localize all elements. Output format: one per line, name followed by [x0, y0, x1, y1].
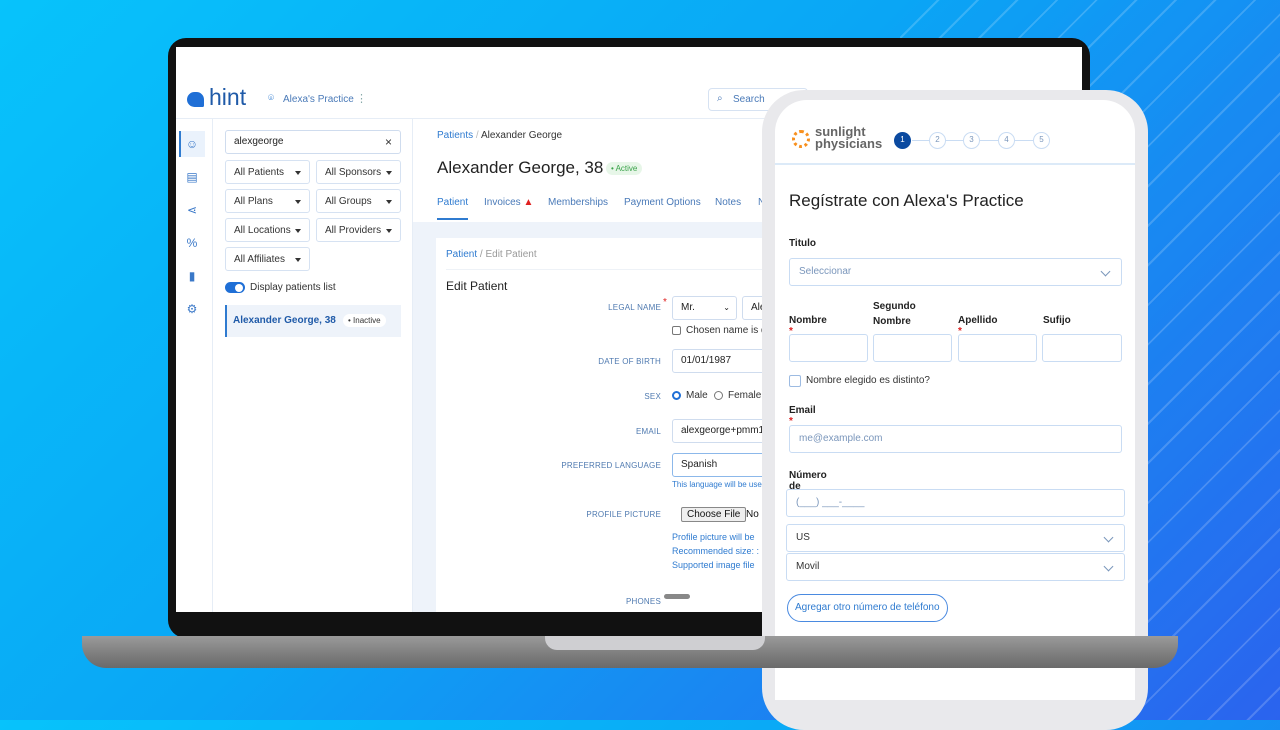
card-breadcrumb-current: / Edit Patient	[479, 249, 537, 260]
filter-locations[interactable]: All Locations	[225, 218, 310, 242]
card-breadcrumb-patient[interactable]: Patient	[446, 249, 477, 260]
percent-icon[interactable]: %	[184, 236, 200, 252]
patient-search-input[interactable]: alexgeorge ×	[225, 130, 401, 154]
picture-help: Supported image file	[672, 560, 755, 570]
filter-providers[interactable]: All Providers	[316, 218, 401, 242]
patient-list-item[interactable]: Alexander George, 38 • Inactive	[225, 305, 401, 337]
titulo-select[interactable]: Seleccionar	[789, 258, 1122, 286]
sunlight-logo-icon	[792, 130, 810, 148]
email-input[interactable]: me@example.com	[789, 425, 1122, 453]
step-2: 2	[929, 132, 946, 149]
language-help: This language will be use	[672, 480, 762, 489]
email-label: Email *	[789, 405, 816, 427]
search-label: Search	[733, 94, 765, 105]
sunlight-logo: sunlight physicians	[815, 124, 883, 151]
phones-label: PHONES	[626, 597, 661, 606]
tab-invoices[interactable]: Invoices ▲	[484, 197, 533, 208]
choose-file-button[interactable]: Choose File	[681, 507, 747, 522]
email-label: EMAIL	[635, 427, 661, 436]
language-label: PREFERRED LANGUAGE	[561, 461, 661, 470]
segundo-nombre-input[interactable]	[873, 334, 952, 362]
step-5: 5	[1033, 132, 1050, 149]
registration-title: Regístrate con Alexa's Practice	[789, 191, 1024, 210]
patients-icon[interactable]: ☺	[184, 137, 200, 153]
nombre-input[interactable]	[789, 334, 868, 362]
sufijo-input[interactable]	[1042, 334, 1122, 362]
step-1: 1	[894, 132, 911, 149]
female-radio[interactable]	[714, 391, 723, 400]
patient-name: Alexander George, 38	[233, 315, 336, 326]
status-badge: • Active	[606, 162, 643, 175]
location-icon: ⌾	[268, 93, 274, 104]
sufijo-label: Sufijo	[1043, 315, 1071, 326]
apellido-input[interactable]	[958, 334, 1037, 362]
phone-number-input[interactable]: (___) ___-____	[786, 489, 1125, 517]
tab-payment-options[interactable]: Payment Options	[624, 197, 701, 208]
phone-type-select[interactable]: Movil	[786, 553, 1125, 581]
warning-icon: ▲	[523, 197, 534, 208]
hint-logo-icon	[187, 92, 204, 107]
add-phone-button[interactable]: Agregar otro número de teléfono	[787, 594, 948, 622]
breadcrumb-patients[interactable]: Patients	[437, 130, 473, 141]
phone-screen: sunlight physicians 1 2 3 4 5 Regístrate …	[775, 100, 1135, 700]
inactive-badge: • Inactive	[343, 314, 386, 327]
chosen-name-checkbox[interactable]	[789, 375, 801, 387]
page-title: Alexander George, 38	[437, 158, 604, 177]
settings-icon[interactable]: ⚙	[184, 302, 200, 318]
picture-help: Recommended size: :	[672, 546, 760, 556]
male-radio[interactable]	[672, 391, 681, 400]
icon-rail	[176, 119, 213, 612]
dob-label: DATE OF BIRTH	[598, 357, 661, 366]
filter-patients[interactable]: All Patients	[225, 160, 310, 184]
tab-memberships[interactable]: Memberships	[548, 197, 608, 208]
filter-plans[interactable]: All Plans	[225, 189, 310, 213]
legal-name-label: LEGAL NAME	[608, 303, 661, 312]
clear-icon[interactable]: ×	[385, 131, 392, 153]
chart-icon[interactable]: ▮	[184, 269, 200, 285]
share-icon[interactable]: ⋖	[184, 203, 200, 219]
tab-patient[interactable]: Patient	[437, 197, 468, 208]
hint-logo: hint	[209, 84, 247, 110]
tab-underline	[437, 218, 468, 220]
filter-sponsors[interactable]: All Sponsors	[316, 160, 401, 184]
no-file-label: No	[746, 509, 759, 520]
edit-heading: Edit Patient	[446, 279, 508, 293]
laptop-notch	[545, 636, 765, 650]
segundo-nombre-label: Segundo Nombre	[873, 301, 916, 327]
breadcrumb-current: Alexander George	[480, 130, 563, 141]
filter-affiliates[interactable]: All Affiliates	[225, 247, 310, 271]
country-select[interactable]: US	[786, 524, 1125, 552]
search-icon: ⌕	[717, 93, 723, 104]
display-list-toggle[interactable]	[225, 282, 245, 293]
practice-name[interactable]: Alexa's Practice	[283, 94, 354, 105]
male-label: Male	[686, 390, 708, 401]
prefix-select[interactable]: Mr. ⌄	[672, 296, 737, 320]
step-4: 4	[998, 132, 1015, 149]
picture-label: PROFILE PICTURE	[586, 510, 661, 519]
more-icon[interactable]: ⋮	[356, 92, 367, 105]
toggle-label: Display patients list	[250, 282, 336, 293]
billing-icon[interactable]: ▤	[184, 170, 200, 186]
sex-label: SEX	[644, 392, 661, 401]
chosen-name-label: Nombre elegido es distinto?	[806, 375, 930, 386]
picture-help: Profile picture will be	[672, 532, 755, 542]
step-3: 3	[963, 132, 980, 149]
chosen-name-checkbox[interactable]	[672, 326, 681, 335]
filter-groups[interactable]: All Groups	[316, 189, 401, 213]
scrollbar-handle[interactable]	[664, 594, 690, 599]
breadcrumb: Patients / Alexander George	[437, 130, 563, 141]
chosen-name-label: Chosen name is d	[686, 325, 767, 336]
tab-notes[interactable]: Notes	[715, 197, 741, 208]
female-label: Female	[728, 390, 762, 401]
titulo-label: Titulo	[789, 238, 817, 249]
